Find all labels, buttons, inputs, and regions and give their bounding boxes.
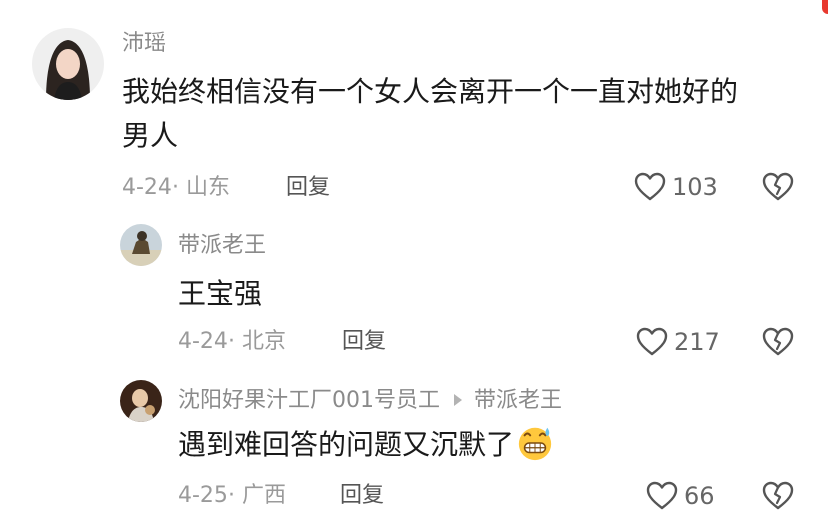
comment-text: 遇到难回答的问题又沉默了 (178, 428, 515, 461)
comment-line: 我始终相信没有一个女人会离开一个一直对她好的 (122, 75, 739, 108)
like-count: 103 (672, 173, 718, 201)
dislike-button[interactable] (762, 327, 794, 361)
comment-content: 遇到难回答的问题又沉默了 (178, 423, 554, 467)
like-count: 217 (674, 328, 720, 356)
avatar[interactable] (32, 28, 104, 100)
like-button[interactable]: 103 (634, 172, 718, 202)
comment-meta: 4-24· 山东 (122, 177, 230, 199)
comment-line: 王宝强 (178, 277, 263, 310)
comment-location: 北京 (241, 329, 286, 354)
grinning-sweat-emoji (518, 427, 552, 461)
comment-content: 我始终相信没有一个女人会离开一个一直对她好的 男人 (122, 70, 738, 158)
comment-meta: 4-24· 北京 (178, 331, 286, 353)
heart-outline-icon (634, 172, 666, 201)
comment-meta: 4-25· 广西 (178, 485, 286, 507)
comment-date: 4-25 (178, 483, 228, 508)
broken-heart-icon (762, 481, 794, 510)
comment-location: 山东 (185, 175, 230, 200)
broken-heart-icon (762, 172, 794, 201)
comment-line: 男人 (122, 119, 179, 152)
reply-button[interactable]: 回复 (342, 331, 386, 353)
comment-thread: 沛瑶 我始终相信没有一个女人会离开一个一直对她好的 男人 4-24· 山东 回复… (0, 0, 828, 518)
comment-content: 王宝强 (178, 272, 262, 316)
username[interactable]: 带派老王 (178, 235, 266, 257)
dislike-button[interactable] (762, 481, 794, 515)
comment-date: 4-24 (178, 329, 228, 354)
dislike-button[interactable] (762, 172, 794, 206)
like-button[interactable]: 66 (646, 481, 715, 511)
like-button[interactable]: 217 (636, 327, 720, 357)
heart-outline-icon (646, 481, 678, 510)
comment-date: 4-24 (122, 175, 172, 200)
username[interactable]: 沈阳好果汁工厂001号员工 带派老王 (178, 390, 562, 412)
avatar[interactable] (120, 380, 162, 422)
avatar[interactable] (120, 224, 162, 266)
notification-dot (822, 0, 828, 14)
reply-target[interactable]: 带派老王 (474, 388, 562, 413)
meta-separator: · (227, 483, 242, 508)
reply-arrow-icon (454, 394, 462, 406)
reply-button[interactable]: 回复 (286, 177, 330, 199)
meta-separator: · (171, 175, 186, 200)
like-count: 66 (684, 482, 715, 510)
reply-author[interactable]: 沈阳好果汁工厂001号员工 (178, 388, 440, 413)
comment-line: 遇到难回答的问题又沉默了 (178, 423, 554, 467)
username[interactable]: 沛瑶 (122, 33, 166, 55)
meta-separator: · (227, 329, 242, 354)
comment-location: 广西 (241, 483, 286, 508)
heart-outline-icon (636, 327, 668, 356)
broken-heart-icon (762, 327, 794, 356)
reply-button[interactable]: 回复 (340, 485, 384, 507)
